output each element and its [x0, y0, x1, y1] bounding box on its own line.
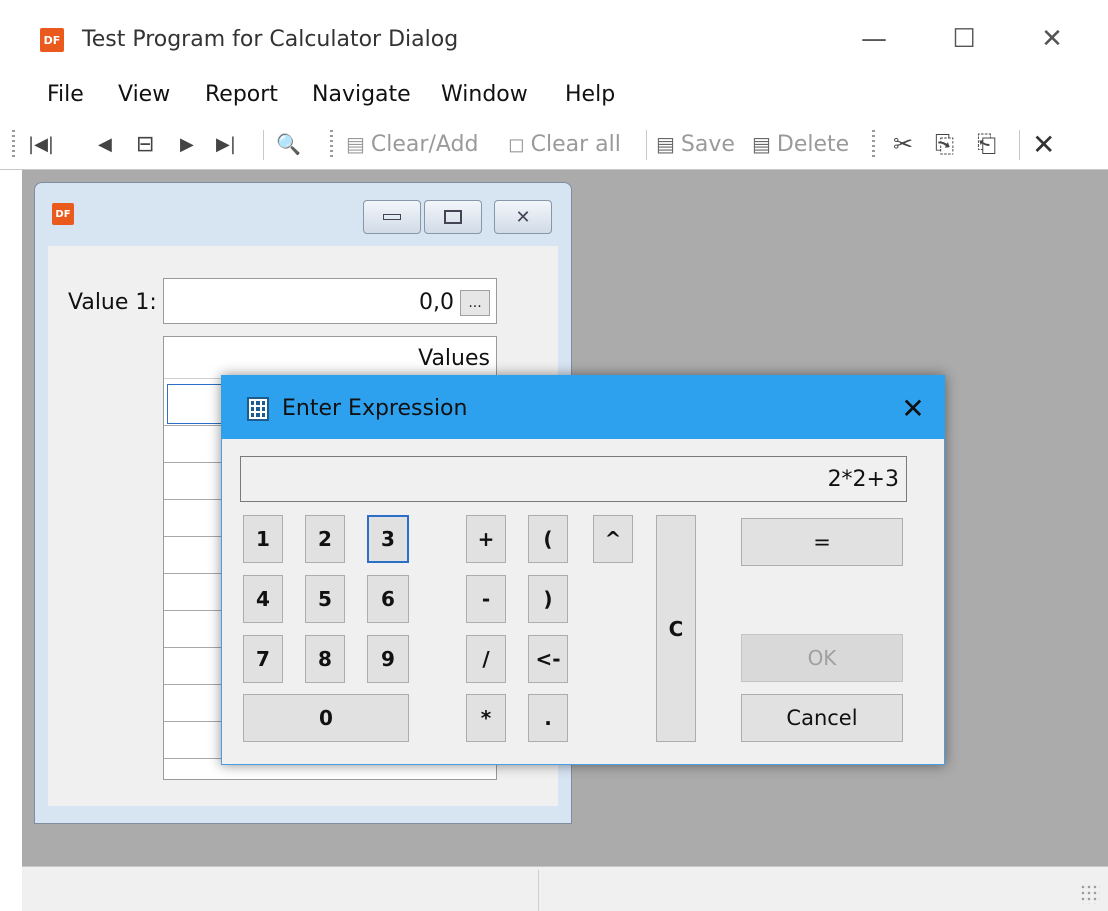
key-right-paren[interactable]: ) — [528, 575, 568, 623]
toolbar-grip[interactable] — [872, 130, 875, 160]
delete-icon: ▤ — [752, 132, 771, 156]
close-icon: ✕ — [515, 206, 531, 228]
clear-add-label: Clear/Add — [370, 131, 479, 157]
child-window-icon: DF — [52, 203, 74, 225]
key-divide[interactable]: / — [466, 635, 506, 683]
grid-cell-selected[interactable] — [167, 384, 222, 424]
restore-icon — [444, 210, 462, 224]
minimize-button[interactable]: — — [844, 14, 904, 64]
resize-grip[interactable] — [1080, 884, 1100, 904]
cancel-button[interactable]: Cancel — [741, 694, 903, 742]
close-button[interactable]: ✕ — [1022, 14, 1082, 64]
key-5[interactable]: 5 — [305, 575, 345, 623]
menu-report[interactable]: Report — [205, 82, 278, 107]
equals-button[interactable]: = — [741, 518, 903, 566]
status-bar — [22, 866, 1108, 911]
key-multiply[interactable]: * — [466, 694, 506, 742]
child-close-button[interactable]: ✕ — [494, 200, 552, 234]
last-record-icon[interactable]: ▶| — [216, 126, 236, 162]
toolbar: |◀| ◀ ⊟ ▶ ▶| 🔍 ▤ Clear/Add ◻ Clear all ▤… — [0, 118, 1108, 170]
toolbar-separator — [646, 130, 647, 160]
toolbar-grip[interactable] — [12, 130, 15, 160]
key-9[interactable]: 9 — [367, 635, 409, 683]
key-1[interactable]: 1 — [243, 515, 283, 563]
save-label: Save — [680, 131, 735, 157]
toolbar-separator — [1019, 130, 1020, 160]
clear-all-icon: ◻ — [508, 132, 525, 156]
menu-help[interactable]: Help — [565, 82, 615, 107]
key-7[interactable]: 7 — [243, 635, 283, 683]
key-3[interactable]: 3 — [367, 515, 409, 563]
key-2[interactable]: 2 — [305, 515, 345, 563]
cut-icon[interactable]: ✂ — [893, 126, 913, 162]
delete-button[interactable]: ▤ Delete — [752, 126, 849, 162]
key-8[interactable]: 8 — [305, 635, 345, 683]
paste-icon[interactable]: ⎗ — [977, 126, 996, 162]
key-plus[interactable]: + — [466, 515, 506, 563]
ok-button[interactable]: OK — [741, 634, 903, 682]
menu-bar: File View Report Navigate Window Help — [0, 76, 1108, 118]
dialog-close-button[interactable]: ✕ — [888, 388, 938, 428]
minimize-icon — [383, 214, 401, 220]
clear-all-button[interactable]: ◻ Clear all — [508, 126, 621, 162]
close-record-icon[interactable]: ✕ — [1032, 126, 1055, 162]
calculator-icon — [247, 397, 269, 421]
ellipsis-button[interactable]: ... — [460, 290, 490, 316]
clear-add-button[interactable]: ▤ Clear/Add — [346, 126, 478, 162]
child-restore-button[interactable] — [424, 200, 482, 234]
key-6[interactable]: 6 — [367, 575, 409, 623]
menu-view[interactable]: View — [118, 82, 170, 107]
key-minus[interactable]: - — [466, 575, 506, 623]
key-decimal[interactable]: . — [528, 694, 568, 742]
record-form-icon[interactable]: ⊟ — [136, 126, 154, 162]
key-backspace[interactable]: <- — [528, 635, 568, 683]
maximize-button[interactable]: ☐ — [934, 14, 994, 64]
menu-window[interactable]: Window — [441, 82, 528, 107]
first-record-icon[interactable]: |◀| — [28, 126, 54, 162]
key-left-paren[interactable]: ( — [528, 515, 568, 563]
previous-record-icon[interactable]: ◀ — [98, 126, 112, 162]
delete-label: Delete — [776, 131, 850, 157]
app-icon: DF — [40, 28, 64, 52]
menu-file[interactable]: File — [47, 82, 84, 107]
grid-column-header-values[interactable]: Values — [300, 346, 490, 371]
toolbar-grip[interactable] — [330, 130, 333, 160]
key-4[interactable]: 4 — [243, 575, 283, 623]
key-0[interactable]: 0 — [243, 694, 409, 742]
value-text: 0,0 — [419, 290, 454, 315]
next-record-icon[interactable]: ▶ — [180, 126, 194, 162]
window-title: Test Program for Calculator Dialog — [82, 27, 459, 52]
value-label: Value 1: — [68, 290, 157, 315]
toolbar-separator — [263, 130, 264, 160]
key-caret[interactable]: ^ — [593, 515, 633, 563]
search-icon[interactable]: 🔍 — [276, 126, 301, 162]
copy-icon[interactable]: ⎘ — [935, 126, 954, 162]
dialog-title: Enter Expression — [282, 396, 468, 421]
status-bar-separator — [538, 870, 539, 911]
save-icon: ▤ — [656, 132, 675, 156]
menu-navigate[interactable]: Navigate — [312, 82, 411, 107]
save-button[interactable]: ▤ Save — [656, 126, 735, 162]
expression-text: 2*2+3 — [827, 467, 899, 492]
clear-all-label: Clear all — [530, 131, 621, 157]
clear-button[interactable]: C — [656, 515, 696, 742]
window-left-edge — [0, 170, 22, 911]
clear-add-icon: ▤ — [346, 132, 365, 156]
child-minimize-button[interactable] — [363, 200, 421, 234]
